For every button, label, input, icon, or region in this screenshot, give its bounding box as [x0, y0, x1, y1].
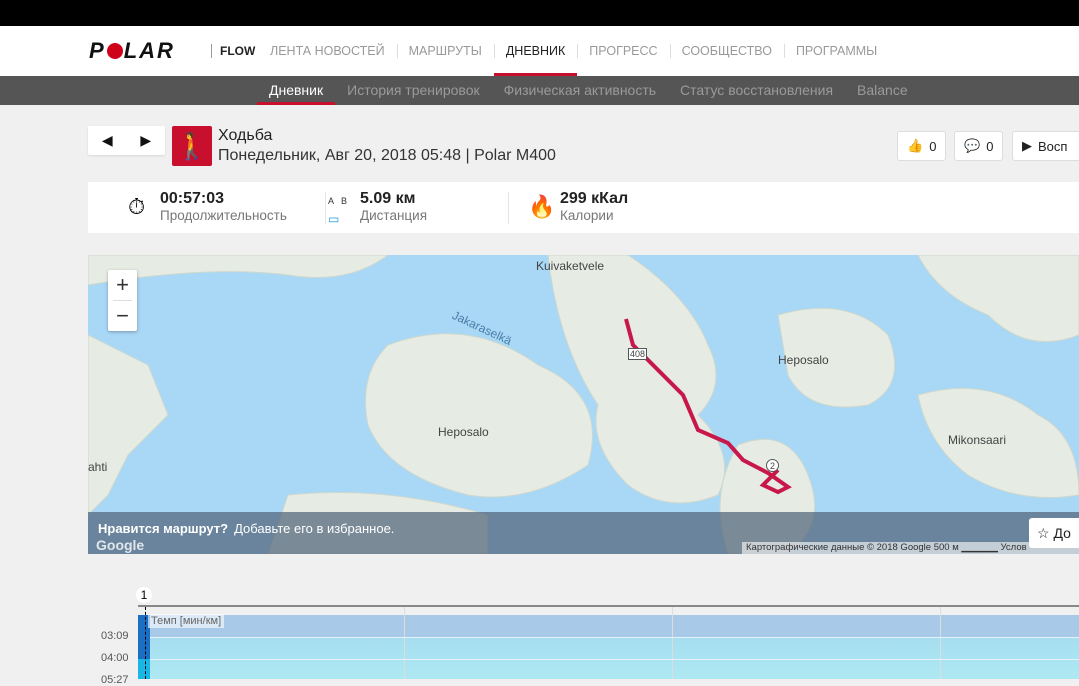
comment-count: 0 [986, 138, 994, 154]
session-pager: ◀ ▶ [88, 126, 165, 155]
ruler-icon: ▭ [328, 212, 340, 226]
stats-bar: ⏱ 00:57:03 Продолжительность A B ▭ 5.09 км Ди… [88, 182, 1079, 233]
y-tick: 03:09 [101, 630, 129, 642]
distance-label: Дистанция [360, 208, 428, 223]
map-zoom-controls: + − [108, 270, 137, 331]
thumbs-up-icon: 👍 [907, 138, 924, 153]
stat-duration: ⏱ 00:57:03 Продолжительность [128, 190, 287, 223]
sport-name: Ходьба [218, 127, 273, 144]
map-label: ahti [88, 460, 108, 474]
map-land [88, 255, 1079, 554]
zoom-out-button[interactable]: − [108, 301, 137, 330]
nav-news[interactable]: ЛЕНТА НОВОСТЕЙ [258, 26, 397, 76]
add-favorite-label: До [1053, 525, 1071, 541]
road-shield: 408 [628, 348, 648, 360]
map-attribution[interactable]: Картографические данные © 2018 Google 50… [742, 542, 1079, 554]
stopwatch-icon: ⏱ [128, 194, 146, 219]
map-label: Heposalo [438, 425, 489, 439]
nav-diary[interactable]: ДНЕВНИК [493, 26, 578, 76]
play-icon: ▶ [1022, 138, 1032, 153]
browser-top-bar [0, 0, 1079, 26]
subnav-diary[interactable]: Дневник [257, 76, 336, 105]
lap-marker: 2 [766, 459, 779, 472]
like-count: 0 [929, 138, 937, 154]
session-subtitle: Понедельник, Авг 20, 2018 05:48 | Polar … [218, 147, 556, 164]
y-tick: 04:00 [101, 652, 129, 664]
map-label: Heposalo [778, 353, 829, 367]
map-label: Mikonsaari [948, 433, 1007, 447]
route-map[interactable]: Kuivaketvele Jakaraselkä Heposalo Heposa… [88, 255, 1079, 554]
stat-distance: A B ▭ 5.09 км Дистанция [328, 190, 428, 226]
stat-calories: 🔥 299 кКал Калории [528, 190, 629, 223]
nav-community[interactable]: СООБЩЕСТВО [669, 26, 784, 76]
play-button[interactable]: ▶ Восп [1012, 131, 1079, 161]
duration-label: Продолжительность [160, 208, 287, 223]
comment-button[interactable]: 💬 0 [954, 131, 1004, 161]
calories-label: Калории [560, 208, 614, 223]
subnav-history[interactable]: История тренировок [335, 76, 491, 105]
subnav-recovery[interactable]: Статус восстановления [668, 76, 845, 105]
chart-cursor [145, 607, 146, 679]
next-session-icon[interactable]: ▶ [127, 132, 166, 149]
zoom-in-button[interactable]: + [108, 270, 137, 300]
play-label: Восп [1038, 138, 1068, 154]
y-tick: 05:27 [101, 674, 129, 686]
distance-ab-icon: A B [328, 196, 348, 206]
google-logo: Google [96, 537, 145, 553]
sub-nav: Дневник История тренировок Физическая ак… [0, 76, 1079, 105]
walking-icon: 🚶 [172, 126, 212, 166]
pace-chart[interactable] [138, 605, 1079, 679]
map-label: Kuivaketvele [536, 259, 605, 273]
flow-label: FLOW [211, 44, 255, 58]
star-icon: ☆ [1037, 525, 1050, 541]
nav-items: ЛЕНТА НОВОСТЕЙ МАРШРУТЫ ДНЕВНИК ПРОГРЕСС… [258, 26, 889, 76]
banner-title: Нравится маршрут? [98, 521, 229, 536]
duration-value: 00:57:03 [160, 190, 225, 207]
flame-icon: 🔥 [528, 194, 556, 219]
banner-text: Добавьте его в избранное. [234, 521, 395, 536]
polar-logo[interactable]: P LAR [89, 38, 175, 64]
calories-value: 299 кКал [560, 190, 629, 207]
comment-icon: 💬 [964, 138, 981, 153]
series-label: Темп [мин/км] [148, 614, 225, 628]
subnav-activity[interactable]: Физическая активность [492, 76, 668, 105]
prev-session-icon[interactable]: ◀ [88, 132, 127, 149]
nav-programs[interactable]: ПРОГРАММЫ [783, 26, 889, 76]
like-button[interactable]: 👍 0 [897, 131, 947, 161]
distance-value: 5.09 км [360, 190, 416, 207]
subnav-balance[interactable]: Balance [845, 76, 920, 105]
chart-lap-marker[interactable]: 1 [136, 587, 152, 603]
nav-progress[interactable]: ПРОГРЕСС [577, 26, 669, 76]
nav-routes[interactable]: МАРШРУТЫ [396, 26, 494, 76]
